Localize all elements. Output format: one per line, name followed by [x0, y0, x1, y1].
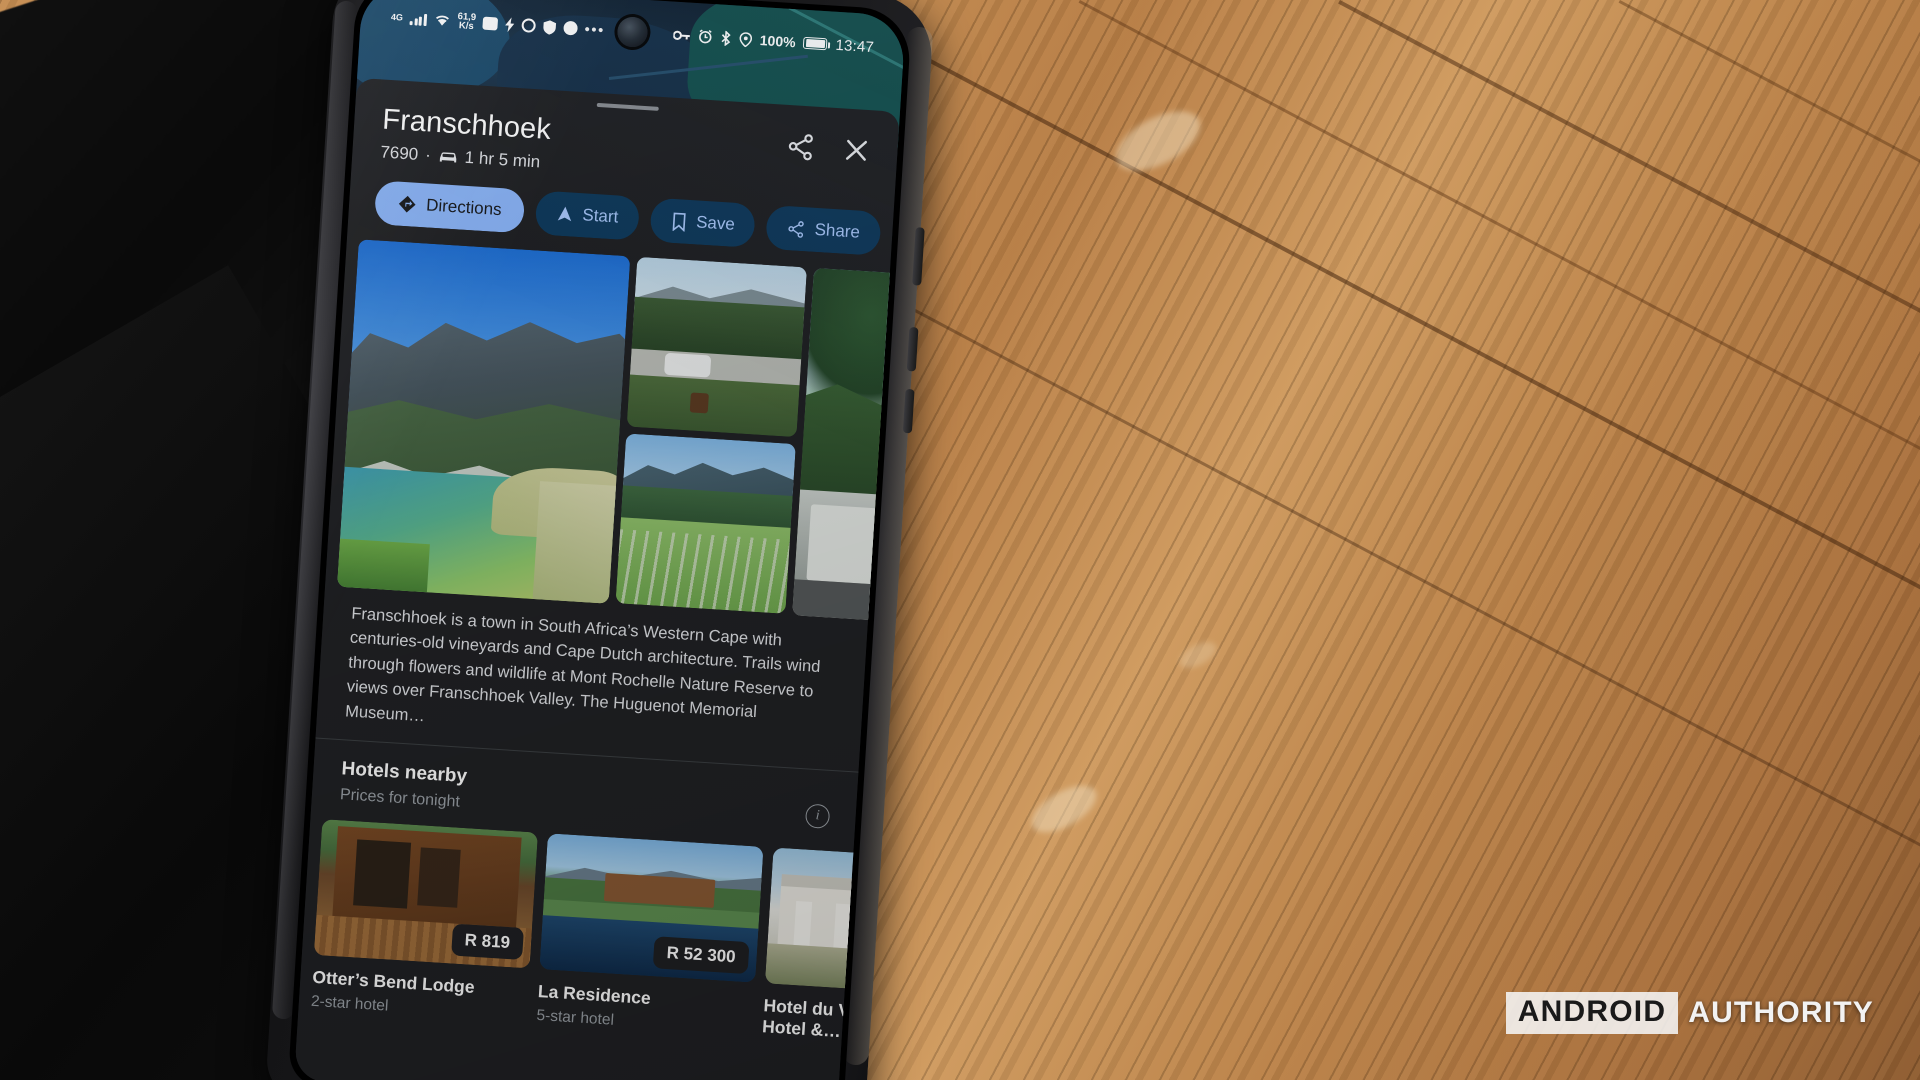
info-glyph: i	[815, 808, 821, 824]
overflow-dots-icon: •••	[584, 20, 606, 39]
battery-percent-label: 100%	[759, 32, 797, 51]
key-icon	[672, 30, 690, 40]
network-type-label: 4G	[390, 11, 404, 23]
phone-body: 4G 61,9 K/s ••• 100% 13:47 Franschhoek 7…	[287, 0, 913, 1080]
photo-vineyard-valley[interactable]	[615, 433, 796, 614]
watermark-part1: ANDROID	[1505, 992, 1679, 1034]
start-label: Start	[581, 205, 619, 227]
hotel-card-list: R 819 Otter’s Bend Lodge 2-star hotel R …	[298, 802, 906, 1047]
car-icon	[439, 152, 456, 163]
subtitle-separator: ·	[424, 145, 432, 165]
battery-icon	[803, 36, 828, 51]
screen-record-icon	[482, 16, 499, 31]
flash-icon	[505, 16, 515, 32]
place-details-sheet: Franschhoek 7690 · 1 hr 5 min Directions…	[294, 77, 906, 1080]
save-button[interactable]: Save	[648, 197, 757, 249]
header-actions	[785, 131, 873, 166]
status-badge: R 819	[450, 923, 524, 960]
hotel-cabin-photo: R 819	[313, 819, 539, 969]
status-badge: R 52 300	[652, 936, 750, 975]
list-item[interactable]: R 52 300 La Residence 5-star hotel	[536, 833, 764, 1041]
bluetooth-icon	[721, 30, 731, 46]
photo-mountain-lake[interactable]	[337, 239, 631, 604]
clock-label: 13:47	[834, 36, 875, 56]
alarm-icon	[698, 29, 712, 44]
message-icon	[563, 20, 579, 36]
more-button[interactable]: More	[890, 212, 895, 257]
phone-screen: 4G 61,9 K/s ••• 100% 13:47 Franschhoek 7…	[294, 0, 906, 1080]
watermark: ANDROID AUTHORITY	[1505, 992, 1874, 1034]
watermark-part2: AUTHORITY	[1688, 996, 1874, 1029]
close-icon[interactable]	[841, 134, 873, 166]
photo-gallery	[325, 223, 906, 625]
photo-column	[615, 256, 808, 614]
signal-bars-icon	[409, 12, 427, 26]
hotel-lake-estate-photo: R 52 300	[539, 833, 764, 983]
share-button[interactable]: Share	[765, 204, 882, 256]
smartphone: 4G 61,9 K/s ••• 100% 13:47 Franschhoek 7…	[264, 0, 936, 1080]
status-bar-right-group: 100% 13:47	[672, 26, 875, 56]
share-nodes-icon	[788, 220, 805, 238]
location-icon	[739, 31, 752, 47]
directions-label: Directions	[425, 195, 503, 220]
vpn-icon	[543, 19, 557, 35]
directions-arrow-icon	[398, 195, 416, 213]
share-label: Share	[814, 219, 861, 242]
share-icon[interactable]	[785, 131, 817, 163]
dnd-icon	[521, 18, 537, 33]
start-button[interactable]: Start	[534, 190, 640, 241]
save-label: Save	[695, 212, 736, 234]
bookmark-icon	[672, 211, 686, 232]
net-speed-icon: 61,9 K/s	[457, 11, 476, 33]
directions-button[interactable]: Directions	[373, 180, 525, 234]
wifi-icon	[435, 15, 449, 26]
net-speed-unit: K/s	[458, 20, 474, 33]
photo-roadside-car[interactable]	[626, 256, 808, 438]
navigation-arrow-icon	[557, 206, 571, 222]
postal-code: 7690	[379, 142, 419, 164]
list-item[interactable]: R 819 Otter’s Bend Lodge 2-star hotel	[310, 819, 539, 1027]
